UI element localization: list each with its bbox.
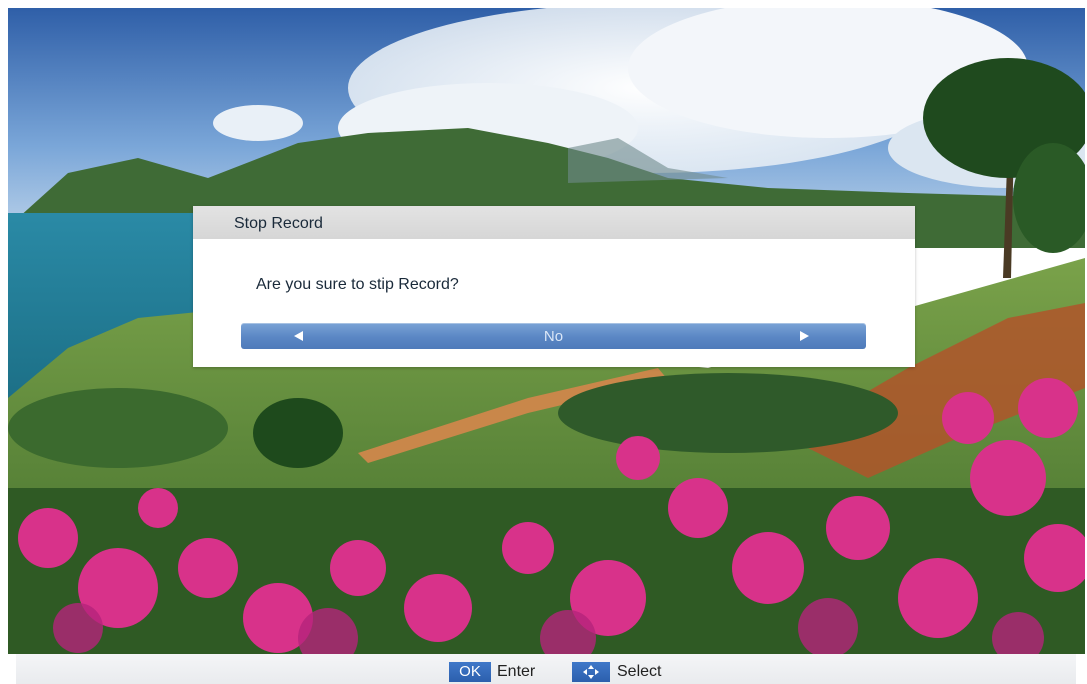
- four-way-arrows-icon: [572, 662, 610, 682]
- tv-screen: Stop Record Are you sure to stip Record?…: [0, 0, 1087, 684]
- dialog-title: Stop Record: [234, 215, 323, 232]
- dialog-message: Are you sure to stip Record?: [256, 276, 459, 293]
- stop-record-dialog: Stop Record Are you sure to stip Record?…: [193, 206, 915, 367]
- select-hint-label: Select: [617, 663, 662, 680]
- footer-hint-bar: OK Enter Select: [16, 654, 1076, 684]
- yes-no-selector[interactable]: No: [241, 323, 866, 349]
- dialog-header: Stop Record: [193, 206, 915, 239]
- arrow-right-icon[interactable]: [800, 331, 809, 341]
- enter-hint-label: Enter: [497, 663, 536, 680]
- ok-key-badge: OK: [449, 662, 491, 682]
- selector-value: No: [543, 328, 564, 345]
